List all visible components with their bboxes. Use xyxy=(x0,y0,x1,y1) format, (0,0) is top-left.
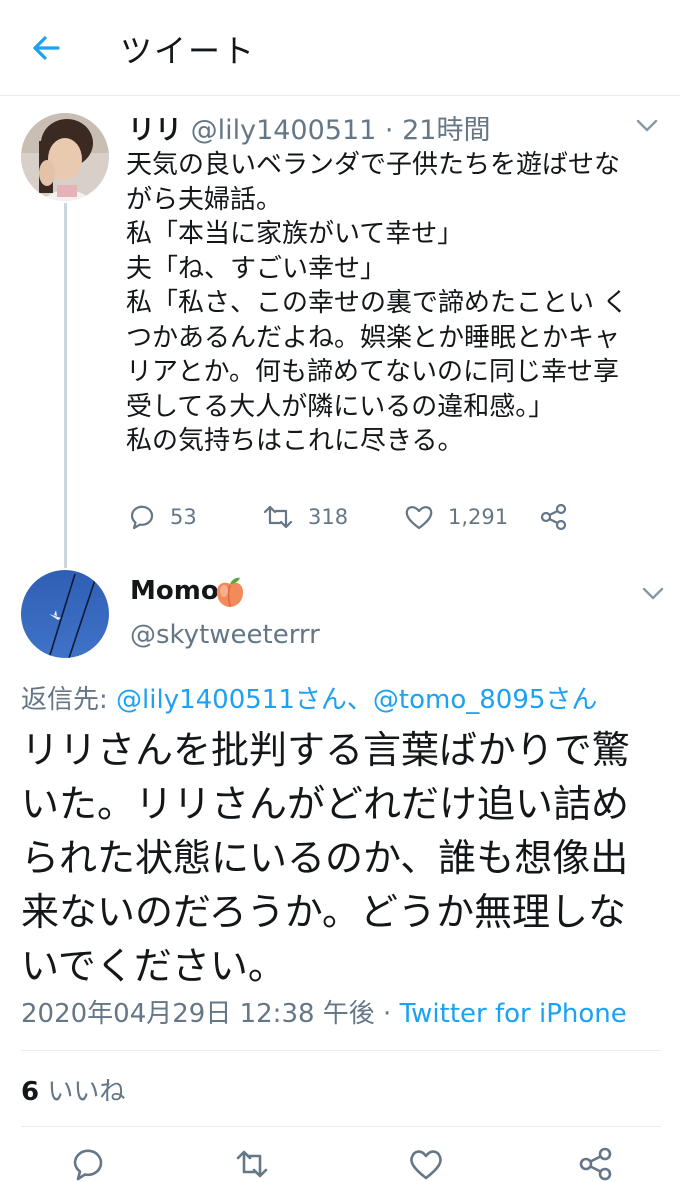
tweet-text-line: 私の気持ちはこれに尽きる。 xyxy=(126,426,464,456)
quoted-tweet-header: リリ @lily1400511 · 21時間 xyxy=(128,108,490,147)
peach-emoji xyxy=(216,577,244,607)
mention-link[interactable]: @tomo_8095さん xyxy=(373,685,598,715)
user-name[interactable]: Momo xyxy=(130,576,219,606)
like-button[interactable]: 1,291 xyxy=(404,499,508,535)
tweet-timestamp[interactable]: 2020年04月29日 12:38 午後 xyxy=(21,999,375,1029)
tweet-text-line: リアとか。何も諦めてないのに同じ幸せ享 xyxy=(126,357,619,387)
retweet-icon[interactable] xyxy=(234,1146,270,1182)
share-icon xyxy=(540,503,567,531)
tweet-text-line: つかあるんだよね。娯楽とか睡眠とかキャ xyxy=(126,322,621,353)
tweet-text-line: リリさんを批判する言葉ばかりで驚 xyxy=(21,728,630,772)
share-button[interactable] xyxy=(540,499,582,535)
tweet-text-line: 受してる大人が隣にいるの違和感。」 xyxy=(126,391,555,422)
tweet-text-line: 私「本当に家族がいて幸せ」 xyxy=(126,219,464,249)
tweet-text-line: いでください。 xyxy=(21,944,286,988)
app-header: ツイート xyxy=(0,0,680,96)
tweet-source[interactable]: Twitter for iPhone xyxy=(400,999,627,1029)
tweet-text-line: いた。リリさんがどれだけ追い詰め xyxy=(21,782,630,826)
retweet-icon xyxy=(263,505,293,529)
reply-button[interactable]: 53 xyxy=(128,499,197,535)
user-handle[interactable]: @skytweeterrr xyxy=(130,620,320,650)
back-arrow-icon[interactable] xyxy=(28,30,64,66)
tweet-text-line: 私「私さ、この幸せの裏で諦めたことい く xyxy=(126,288,629,318)
share-icon[interactable] xyxy=(578,1146,614,1182)
like-label: いいね xyxy=(39,1077,126,1107)
reply-icon xyxy=(130,505,154,530)
like-count: 6 xyxy=(21,1077,40,1107)
retweet-button[interactable]: 318 xyxy=(262,499,348,535)
tweet-text-line: がら夫婦話。 xyxy=(126,184,283,215)
quoted-tweet-actions: 53 318 1,291 xyxy=(128,499,588,535)
tweet-text-line: 夫「ね、すごい幸せ」 xyxy=(126,253,387,284)
chevron-down-icon[interactable] xyxy=(636,119,658,133)
reply-prefix: 返信先: xyxy=(21,685,117,715)
meta-separator: · xyxy=(384,115,394,146)
reply-count: 53 xyxy=(170,505,197,529)
divider xyxy=(21,1126,661,1127)
tweet-metadata: 2020年04月29日 12:38 午後 · Twitter for iPhon… xyxy=(21,993,627,1030)
user-name[interactable]: リリ xyxy=(128,115,182,146)
page-title: ツイート xyxy=(120,32,257,70)
thread-connector xyxy=(64,203,67,568)
mention-separator: 、 xyxy=(346,685,373,715)
avatar[interactable] xyxy=(21,570,109,658)
avatar[interactable] xyxy=(21,113,109,201)
like-stats[interactable]: 6 いいね xyxy=(21,1071,125,1108)
divider xyxy=(21,1050,661,1051)
retweet-count: 318 xyxy=(308,505,349,529)
quoted-tweet-text: 天気の良いベランダで子供たちを遊ばせな がら夫婦話。 私「本当に家族がいて幸せ」… xyxy=(126,148,666,459)
tweet-text-line: 来ないのだろうか。どうか無理しな xyxy=(21,890,626,934)
main-tweet-text: リリさんを批判する言葉ばかりで驚 いた。リリさんがどれだけ追い詰め られた状態に… xyxy=(21,723,666,993)
heart-icon[interactable] xyxy=(408,1146,444,1182)
tweet-text-line: 天気の良いベランダで子供たちを遊ばせな xyxy=(126,150,621,180)
like-count: 1,291 xyxy=(448,505,509,529)
mention-link[interactable]: @lily1400511さん xyxy=(116,685,347,715)
reply-icon[interactable] xyxy=(70,1146,106,1182)
reply-context: 返信先: @lily1400511さん、@tomo_8095さん xyxy=(21,679,597,716)
chevron-down-icon[interactable] xyxy=(642,587,664,601)
heart-icon xyxy=(405,506,433,530)
tweet-time[interactable]: 21時間 xyxy=(402,115,490,146)
user-handle[interactable]: @lily1400511 xyxy=(191,115,377,146)
tweet-text-line: られた状態にいるのか、誰も想像出 xyxy=(21,836,629,880)
meta-separator: · xyxy=(374,999,400,1029)
